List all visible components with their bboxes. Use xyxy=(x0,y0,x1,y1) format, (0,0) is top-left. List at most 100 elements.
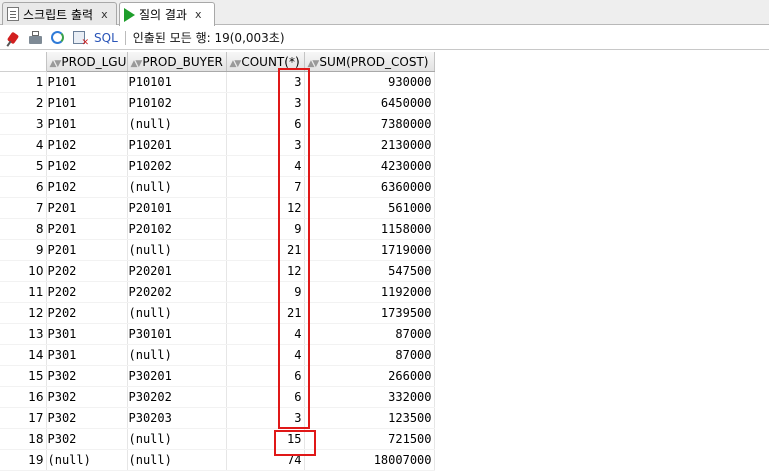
cell-prod-buyer[interactable]: (null) xyxy=(127,344,227,366)
column-header-count[interactable]: ▲▼ COUNT(*) xyxy=(226,52,305,72)
cell-prod-lgu[interactable]: P201 xyxy=(46,197,128,219)
table-row[interactable]: 8 P201 P20102 9 1158000 xyxy=(0,218,435,240)
cell-prod-lgu[interactable]: P302 xyxy=(46,386,128,408)
cell-prod-buyer[interactable]: P10102 xyxy=(127,92,227,114)
cell-sum-prod-cost[interactable]: 123500 xyxy=(304,407,435,429)
table-row[interactable]: 2 P101 P10102 3 6450000 xyxy=(0,92,435,114)
cell-prod-lgu[interactable]: P201 xyxy=(46,239,128,261)
cell-prod-lgu[interactable]: P302 xyxy=(46,407,128,429)
cell-sum-prod-cost[interactable]: 1192000 xyxy=(304,281,435,303)
tab-script-output[interactable]: 스크립트 출력 x xyxy=(2,2,117,25)
cell-prod-lgu[interactable]: P202 xyxy=(46,260,128,282)
cell-sum-prod-cost[interactable]: 2130000 xyxy=(304,134,435,156)
cell-sum-prod-cost[interactable]: 721500 xyxy=(304,428,435,450)
cell-sum-prod-cost[interactable]: 1739500 xyxy=(304,302,435,324)
sql-button[interactable]: SQL xyxy=(94,31,118,45)
cell-prod-buyer[interactable]: P30203 xyxy=(127,407,227,429)
cell-count[interactable]: 9 xyxy=(226,218,305,240)
cell-count[interactable]: 21 xyxy=(226,239,305,261)
cell-prod-lgu[interactable]: P302 xyxy=(46,365,128,387)
cell-prod-lgu[interactable]: P202 xyxy=(46,281,128,303)
cell-prod-buyer[interactable]: P30202 xyxy=(127,386,227,408)
cell-prod-buyer[interactable]: P30101 xyxy=(127,323,227,345)
cell-prod-lgu[interactable]: P301 xyxy=(46,344,128,366)
cell-sum-prod-cost[interactable]: 18007000 xyxy=(304,449,435,471)
table-row[interactable]: 18 P302 (null) 15 721500 xyxy=(0,428,435,450)
table-row[interactable]: 12 P202 (null) 21 1739500 xyxy=(0,302,435,324)
cell-prod-buyer[interactable]: P10101 xyxy=(127,71,227,93)
cell-count[interactable]: 6 xyxy=(226,113,305,135)
cell-count[interactable]: 12 xyxy=(226,260,305,282)
column-header-prod-lgu[interactable]: ▲▼ PROD_LGU xyxy=(46,52,128,72)
cell-prod-lgu[interactable]: P102 xyxy=(46,176,128,198)
table-row[interactable]: 9 P201 (null) 21 1719000 xyxy=(0,239,435,261)
table-row[interactable]: 16 P302 P30202 6 332000 xyxy=(0,386,435,408)
table-row[interactable]: 11 P202 P20202 9 1192000 xyxy=(0,281,435,303)
cell-prod-buyer[interactable]: (null) xyxy=(127,449,227,471)
cell-prod-buyer[interactable]: (null) xyxy=(127,176,227,198)
table-row[interactable]: 10 P202 P20201 12 547500 xyxy=(0,260,435,282)
cell-sum-prod-cost[interactable]: 547500 xyxy=(304,260,435,282)
cell-sum-prod-cost[interactable]: 1719000 xyxy=(304,239,435,261)
cell-sum-prod-cost[interactable]: 4230000 xyxy=(304,155,435,177)
cell-count[interactable]: 4 xyxy=(226,323,305,345)
table-row[interactable]: 6 P102 (null) 7 6360000 xyxy=(0,176,435,198)
cell-sum-prod-cost[interactable]: 87000 xyxy=(304,323,435,345)
table-row[interactable]: 1 P101 P10101 3 930000 xyxy=(0,71,435,93)
column-header-sum-prod-cost[interactable]: ▲▼ SUM(PROD_COST) xyxy=(304,52,435,72)
cell-count[interactable]: 3 xyxy=(226,92,305,114)
table-row[interactable]: 15 P302 P30201 6 266000 xyxy=(0,365,435,387)
cell-count[interactable]: 4 xyxy=(226,155,305,177)
cell-prod-buyer[interactable]: (null) xyxy=(127,428,227,450)
table-row[interactable]: 17 P302 P30203 3 123500 xyxy=(0,407,435,429)
cell-sum-prod-cost[interactable]: 7380000 xyxy=(304,113,435,135)
tab-query-result[interactable]: 질의 결과 x xyxy=(119,2,215,26)
cell-sum-prod-cost[interactable]: 1158000 xyxy=(304,218,435,240)
cell-count[interactable]: 3 xyxy=(226,407,305,429)
cell-count[interactable]: 74 xyxy=(226,449,305,471)
table-row[interactable]: 3 P101 (null) 6 7380000 xyxy=(0,113,435,135)
cell-prod-lgu[interactable]: P301 xyxy=(46,323,128,345)
cell-count[interactable]: 9 xyxy=(226,281,305,303)
cell-prod-lgu[interactable]: P101 xyxy=(46,92,128,114)
cell-prod-lgu[interactable]: P202 xyxy=(46,302,128,324)
cell-prod-buyer[interactable]: P20202 xyxy=(127,281,227,303)
cell-prod-buyer[interactable]: P10201 xyxy=(127,134,227,156)
cell-prod-lgu[interactable]: P102 xyxy=(46,155,128,177)
cell-count[interactable]: 6 xyxy=(226,386,305,408)
cell-prod-buyer[interactable]: (null) xyxy=(127,113,227,135)
table-row[interactable]: 4 P102 P10201 3 2130000 xyxy=(0,134,435,156)
cell-count[interactable]: 3 xyxy=(226,134,305,156)
cell-sum-prod-cost[interactable]: 561000 xyxy=(304,197,435,219)
cell-prod-lgu[interactable]: P102 xyxy=(46,134,128,156)
cell-count[interactable]: 15 xyxy=(226,428,305,450)
cell-prod-buyer[interactable]: (null) xyxy=(127,302,227,324)
column-header-prod-buyer[interactable]: ▲▼ PROD_BUYER xyxy=(127,52,227,72)
table-row[interactable]: 13 P301 P30101 4 87000 xyxy=(0,323,435,345)
cell-count[interactable]: 6 xyxy=(226,365,305,387)
close-icon[interactable]: x xyxy=(101,8,108,21)
cell-prod-buyer[interactable]: P20102 xyxy=(127,218,227,240)
cell-sum-prod-cost[interactable]: 6450000 xyxy=(304,92,435,114)
table-row[interactable]: 19 (null) (null) 74 18007000 xyxy=(0,449,435,471)
refresh-button[interactable] xyxy=(48,29,66,47)
table-row[interactable]: 14 P301 (null) 4 87000 xyxy=(0,344,435,366)
cell-prod-buyer[interactable]: P30201 xyxy=(127,365,227,387)
cell-count[interactable]: 4 xyxy=(226,344,305,366)
cell-prod-lgu[interactable]: P101 xyxy=(46,113,128,135)
cell-sum-prod-cost[interactable]: 6360000 xyxy=(304,176,435,198)
close-icon[interactable]: x xyxy=(195,8,202,21)
cell-prod-lgu[interactable]: P201 xyxy=(46,218,128,240)
cell-prod-buyer[interactable]: P10202 xyxy=(127,155,227,177)
pin-button[interactable] xyxy=(4,29,22,47)
cell-sum-prod-cost[interactable]: 930000 xyxy=(304,71,435,93)
cell-prod-lgu[interactable]: P101 xyxy=(46,71,128,93)
cell-prod-buyer[interactable]: (null) xyxy=(127,239,227,261)
cell-prod-lgu[interactable]: (null) xyxy=(46,449,128,471)
print-button[interactable] xyxy=(26,29,44,47)
cell-prod-lgu[interactable]: P302 xyxy=(46,428,128,450)
cell-sum-prod-cost[interactable]: 332000 xyxy=(304,386,435,408)
cell-prod-buyer[interactable]: P20201 xyxy=(127,260,227,282)
cell-count[interactable]: 3 xyxy=(226,71,305,93)
cell-sum-prod-cost[interactable]: 266000 xyxy=(304,365,435,387)
